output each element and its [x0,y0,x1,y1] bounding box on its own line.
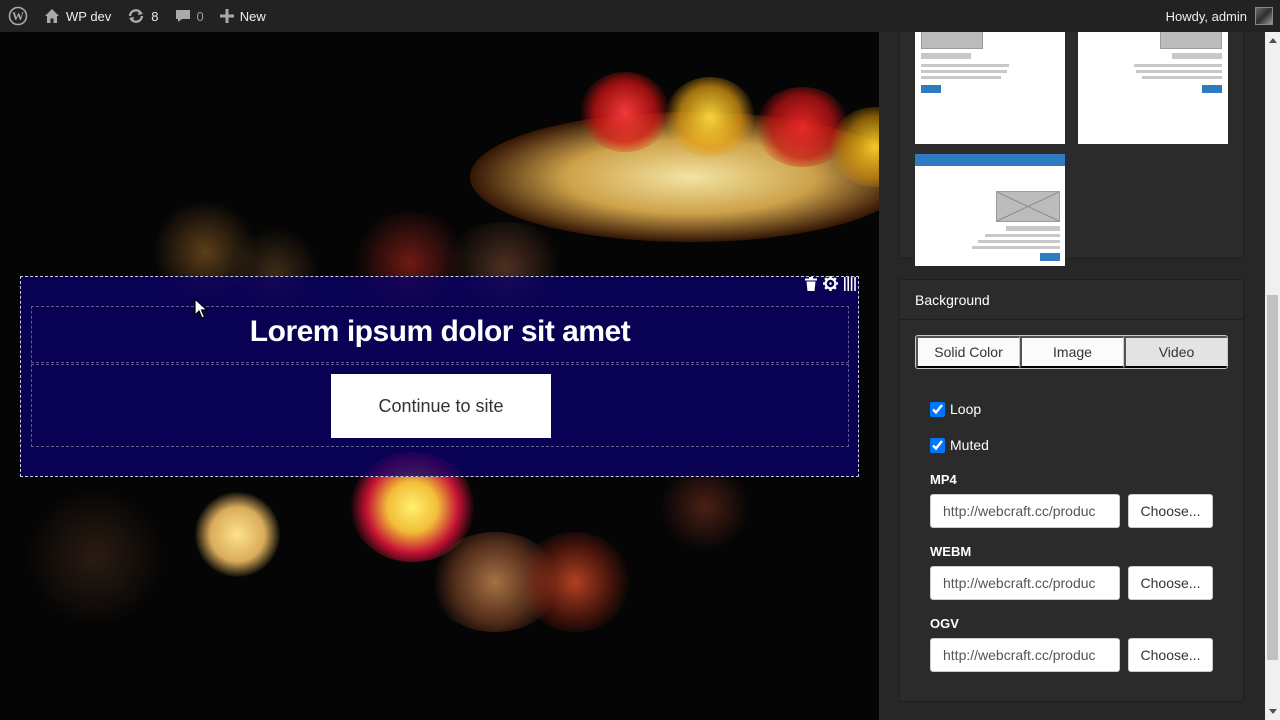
plus-icon [219,9,234,23]
webm-label: WEBM [930,544,972,559]
webm-url-input[interactable] [930,566,1120,600]
gear-icon[interactable] [823,276,838,296]
hero-section[interactable]: Lorem ipsum dolor sit amet Continue to s… [20,276,859,477]
heading-row[interactable]: Lorem ipsum dolor sit amet [31,306,849,363]
home-icon [45,9,59,23]
ogv-url-input[interactable] [930,638,1120,672]
tab-video[interactable]: Video [1124,336,1227,368]
trash-icon[interactable] [805,276,817,296]
wordpress-logo-icon[interactable]: W [0,0,36,32]
muted-option[interactable]: Muted [930,437,989,453]
loop-label: Loop [950,401,982,417]
scroll-down-arrow-icon[interactable] [1265,703,1280,720]
refresh-icon [129,9,144,23]
layout-thumbnail-banner[interactable] [915,154,1065,266]
muted-label: Muted [950,437,989,453]
scrollbar-thumb[interactable] [1267,295,1278,660]
comments-link[interactable]: 0 [167,0,212,32]
avatar [1255,7,1273,25]
continue-button[interactable]: Continue to site [331,374,551,438]
section-toolbar [805,276,856,296]
webm-choose-button[interactable]: Choose... [1128,566,1213,600]
settings-sidebar: Background Solid Color Image Video Loop … [879,32,1265,720]
background-type-tabs: Solid Color Image Video [915,335,1228,369]
loop-option[interactable]: Loop [930,401,981,417]
tab-solid-color[interactable]: Solid Color [916,336,1020,368]
drag-handle-icon[interactable] [844,276,856,296]
layouts-panel [899,32,1244,266]
tab-image[interactable]: Image [1020,336,1124,368]
mp4-label: MP4 [930,472,957,487]
new-content-link[interactable]: New [212,0,274,32]
site-name-link[interactable]: WP dev [36,0,119,32]
loop-checkbox[interactable] [930,401,945,417]
background-panel: Background Solid Color Image Video Loop … [899,279,1244,702]
updates-link[interactable]: 8 [119,0,166,32]
layout-thumbnail-image-right[interactable] [1078,32,1228,144]
sidebar-scrollbar[interactable] [1265,32,1280,720]
button-row[interactable]: Continue to site [31,364,849,447]
muted-checkbox[interactable] [930,437,945,453]
ogv-choose-button[interactable]: Choose... [1128,638,1213,672]
updates-count: 8 [151,8,159,24]
background-panel-title: Background [900,280,1243,320]
comments-count: 0 [196,8,204,24]
hero-heading[interactable]: Lorem ipsum dolor sit amet [32,315,848,349]
ogv-label: OGV [930,616,959,631]
site-name: WP dev [66,8,112,24]
mp4-url-input[interactable] [930,494,1120,528]
svg-text:W: W [12,9,24,23]
mp4-choose-button[interactable]: Choose... [1128,494,1213,528]
new-label: New [239,8,266,24]
layout-thumbnail-image-left[interactable] [915,32,1065,144]
page-preview-canvas: Lorem ipsum dolor sit amet Continue to s… [0,32,879,720]
comment-icon [175,10,190,22]
my-account-link[interactable]: Howdy, admin [1166,0,1273,32]
greeting-text: Howdy, admin [1165,8,1247,24]
admin-bar: W WP dev 8 0 New Howdy, admin [0,0,1280,32]
mouse-cursor-icon [194,298,208,319]
scroll-up-arrow-icon[interactable] [1265,32,1280,49]
